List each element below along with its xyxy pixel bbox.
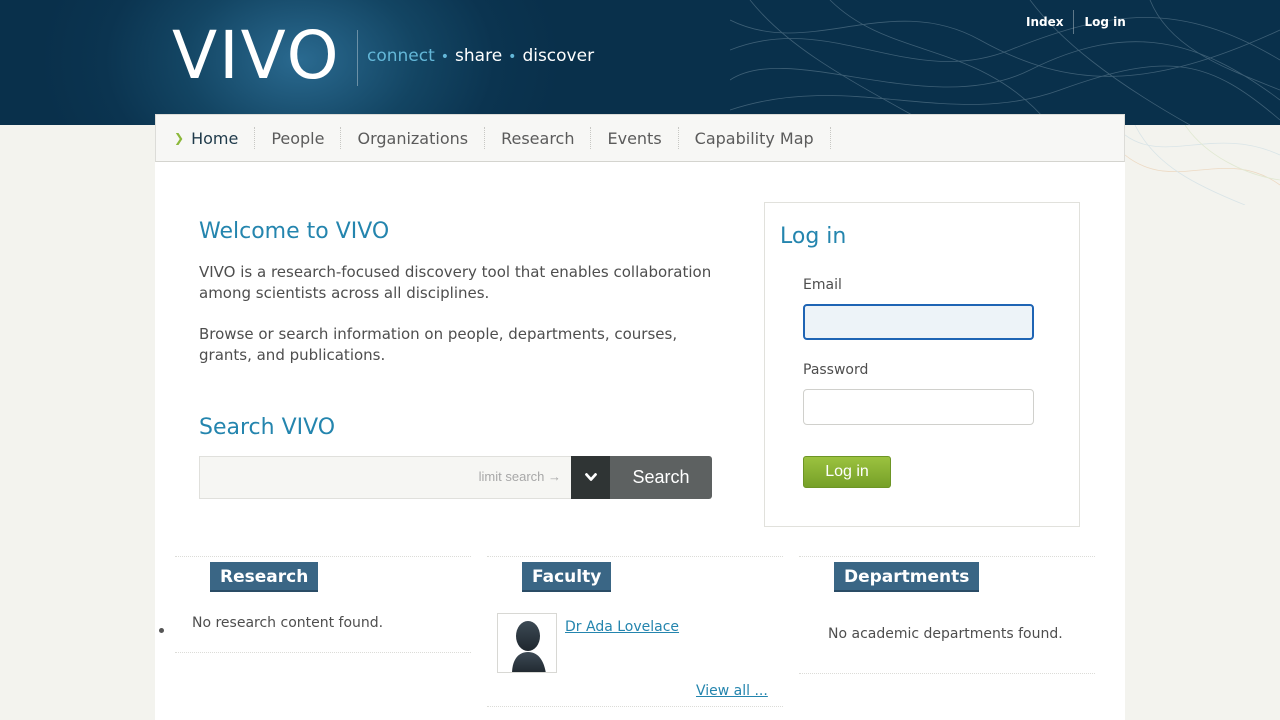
- nav-item-research[interactable]: Research: [485, 127, 592, 149]
- email-label: Email: [803, 277, 842, 293]
- view-all-faculty-link[interactable]: View all ...: [696, 683, 768, 699]
- nav-item-label: People: [271, 128, 325, 148]
- tagline-share: share: [455, 46, 503, 66]
- nav-item-home[interactable]: ❯ Home: [174, 127, 256, 149]
- departments-heading: Departments: [834, 562, 980, 592]
- avatar[interactable]: [497, 613, 557, 673]
- background-wave-decoration: [1125, 125, 1280, 205]
- nav-item-label: Research: [501, 128, 575, 148]
- nav-item-label: Home: [191, 128, 239, 148]
- password-field[interactable]: [804, 390, 1033, 424]
- person-silhouette-icon: [512, 621, 546, 672]
- search-title: Search VIVO: [199, 415, 336, 440]
- password-field-wrapper: [803, 389, 1034, 425]
- site-header: VIVO connect • share • discover Index Log in: [0, 0, 1280, 125]
- login-title: Log in: [780, 224, 847, 249]
- welcome-title: Welcome to VIVO: [199, 219, 390, 244]
- tagline-connect: connect: [367, 46, 435, 66]
- login-button[interactable]: Log in: [803, 456, 891, 488]
- email-field-wrapper: [803, 304, 1034, 340]
- nav-item-capability-map[interactable]: Capability Map: [679, 127, 831, 149]
- main-content: Welcome to VIVO VIVO is a research-focus…: [155, 162, 1125, 720]
- nav-item-label: Organizations: [357, 128, 469, 148]
- vivo-logo[interactable]: VIVO: [172, 20, 341, 92]
- departments-empty-message: No academic departments found.: [828, 626, 1063, 642]
- header-wave-decoration: [730, 0, 1280, 125]
- tagline-discover: discover: [522, 46, 595, 66]
- faculty-heading: Faculty: [522, 562, 612, 592]
- tagline-dot: •: [508, 49, 517, 65]
- research-empty-message: No research content found.: [192, 615, 384, 631]
- tagline-dot: •: [440, 49, 450, 65]
- top-links: Index Log in: [1016, 10, 1136, 34]
- welcome-intro: VIVO is a research-focused discovery too…: [199, 263, 712, 302]
- search-field: limit search →: [199, 456, 571, 499]
- nav-item-people[interactable]: People: [255, 127, 342, 149]
- research-heading: Research: [210, 562, 319, 592]
- limit-search-toggle[interactable]: [571, 456, 610, 499]
- nav-item-label: Capability Map: [694, 128, 814, 148]
- chevron-down-icon: [584, 473, 597, 481]
- index-link[interactable]: Index: [1016, 10, 1073, 34]
- nav-item-label: Events: [607, 128, 662, 148]
- search-form: limit search → Search: [199, 456, 712, 499]
- list-bullet: [159, 628, 164, 633]
- email-field[interactable]: [805, 306, 1032, 338]
- search-button[interactable]: Search: [610, 456, 712, 499]
- limit-search-label: limit search →: [478, 469, 561, 484]
- faculty-person-link[interactable]: Dr Ada Lovelace: [565, 619, 679, 635]
- research-section: Research: [175, 556, 471, 653]
- password-label: Password: [803, 362, 869, 378]
- nav-item-events[interactable]: Events: [591, 127, 679, 149]
- main-nav: ❯ Home People Organizations Research Eve…: [155, 114, 1125, 162]
- tagline: connect • share • discover: [367, 46, 594, 66]
- login-panel: Log in Email Password Log in: [764, 202, 1080, 527]
- logo-divider: [357, 30, 358, 86]
- welcome-browse: Browse or search information on people, …: [199, 325, 678, 364]
- departments-section: Departments: [799, 556, 1095, 674]
- login-link[interactable]: Log in: [1074, 10, 1135, 34]
- nav-item-organizations[interactable]: Organizations: [341, 127, 486, 149]
- chevron-right-icon: ❯: [174, 131, 185, 145]
